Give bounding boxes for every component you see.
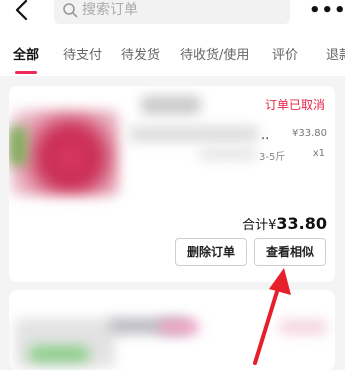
product-title-blurred	[129, 126, 259, 142]
product-title-blurred	[159, 320, 199, 334]
product-spec-blurred	[199, 148, 257, 160]
product-title-tail: ..	[261, 128, 270, 143]
total-label: 合计¥	[242, 218, 277, 233]
order-card[interactable]: 订单已取消 .. ¥33.80 3-5斤 x1 合计¥33.80 删除订单 查看…	[9, 86, 335, 282]
product-image-leaf	[9, 126, 27, 166]
delete-order-button[interactable]: 删除订单	[175, 238, 247, 266]
more-icon[interactable]: •••	[309, 0, 345, 21]
search-icon	[63, 3, 78, 18]
view-similar-button[interactable]: 查看相似	[254, 238, 326, 266]
pointer-arrow-annotation	[253, 268, 291, 365]
tab-all[interactable]: 全部	[13, 44, 39, 63]
tab-review[interactable]: 评价	[272, 44, 298, 63]
order-total: 合计¥33.80	[242, 214, 327, 233]
tab-pending-receipt[interactable]: 待收货/使用	[180, 44, 249, 63]
tab-pending-shipment[interactable]: 待发货	[121, 44, 160, 63]
back-arrow-icon[interactable]	[12, 0, 34, 24]
product-image[interactable]	[11, 110, 119, 196]
unit-price: ¥33.80	[292, 128, 327, 139]
total-amount: 33.80	[276, 214, 327, 233]
order-status: 订单已取消	[264, 98, 325, 112]
quantity: x1	[312, 148, 325, 159]
tab-refund[interactable]: 退款	[326, 44, 345, 63]
order-tabs: 全部 待支付 待发货 待收货/使用 评价 退款	[0, 30, 345, 76]
store-name-blurred	[141, 96, 201, 114]
tab-pending-payment[interactable]: 待支付	[63, 44, 102, 63]
product-spec: 3-5斤	[259, 152, 286, 163]
search-bar[interactable]: 搜索订单	[54, 0, 290, 24]
active-tab-indicator	[15, 71, 37, 74]
search-placeholder: 搜索订单	[82, 2, 138, 18]
top-bar: 搜索订单 •••	[0, 0, 345, 30]
